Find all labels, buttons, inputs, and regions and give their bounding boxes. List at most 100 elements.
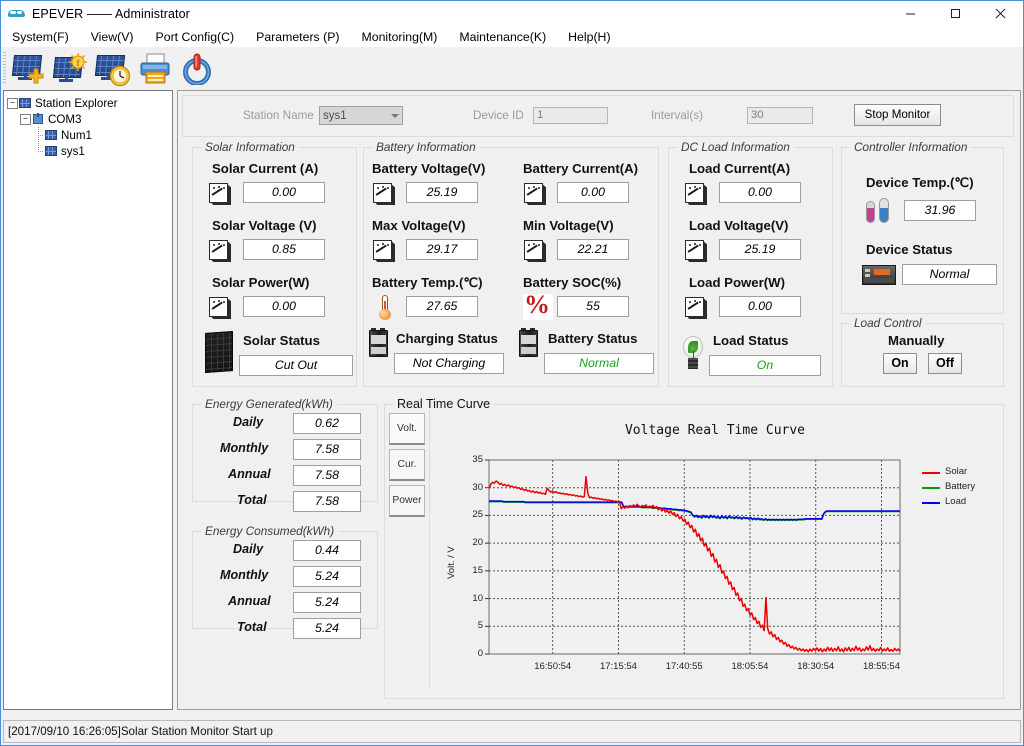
min-voltage-value: 22.21 (557, 239, 629, 260)
charging-status-label: Charging Status (396, 331, 498, 346)
consumed-monthly-value: 5.24 (293, 566, 361, 587)
expand-collapse-icon[interactable]: − (20, 111, 31, 127)
battery-current-label: Battery Current(A) (523, 161, 639, 176)
print-icon[interactable] (135, 51, 177, 87)
solar-module-icon (205, 331, 233, 373)
generated-total-value: 7.58 (293, 491, 361, 512)
menu-help[interactable]: Help(H) (557, 28, 621, 46)
interval-label: Interval(s) (651, 109, 703, 122)
toolbar: f (1, 47, 1023, 89)
interval-input[interactable]: 30 (747, 107, 813, 124)
tree-node-com3[interactable]: − COM3 (7, 111, 172, 127)
generated-monthly-label: Monthly (220, 441, 269, 455)
load-control-group: Load Control Manually On Off (841, 316, 1004, 387)
chart-x-tick: 18:05:54 (731, 661, 769, 672)
station-explorer-tree: − Station Explorer − COM3 Num1 sys1 (3, 90, 173, 710)
min-voltage-label: Min Voltage(V) (523, 218, 614, 233)
meter-icon (523, 182, 547, 206)
epever-logo-icon (8, 7, 26, 21)
chart-y-tick: 0 (477, 648, 483, 659)
com-port-icon (32, 112, 45, 125)
battery-temp-label: Battery Temp.(℃) (372, 275, 483, 290)
energy-consumed-group: Energy Consumed(kWh) Daily 0.44 Monthly … (192, 524, 378, 639)
generated-monthly-value: 7.58 (293, 439, 361, 460)
stop-monitor-button[interactable]: Stop Monitor (854, 104, 941, 126)
history-data-icon[interactable] (93, 51, 135, 87)
menu-maintenance[interactable]: Maintenance(K) (448, 28, 557, 46)
generated-daily-value: 0.62 (293, 413, 361, 434)
light-bulb-icon (680, 335, 706, 371)
station-icon (45, 129, 58, 141)
max-voltage-label: Max Voltage(V) (372, 218, 466, 233)
tree-node-station-explorer[interactable]: − Station Explorer (7, 95, 172, 111)
legend-swatch (922, 502, 940, 504)
chart-y-tick: 10 (472, 592, 483, 604)
solar-information-caption: Solar Information (201, 140, 299, 154)
menu-monitoring[interactable]: Monitoring(M) (351, 28, 449, 46)
device-id-input[interactable]: 1 (533, 107, 608, 124)
station-control-bar: Station Name sys1 Device ID 1 Interval(s… (182, 95, 1014, 137)
consumed-total-label: Total (237, 620, 267, 634)
station-icon (45, 145, 58, 157)
monitor-station-icon[interactable]: f (51, 51, 93, 87)
manual-mode-label: Manually (888, 333, 945, 348)
solar-status-value: Cut Out (239, 355, 353, 376)
add-station-icon[interactable] (9, 51, 51, 87)
station-name-label: Station Name (243, 109, 314, 122)
maximize-button[interactable] (933, 1, 978, 26)
load-off-button[interactable]: Off (928, 353, 962, 374)
legend-label: Solar (945, 466, 968, 477)
tree-label-num1: Num1 (61, 128, 92, 142)
charging-status-value: Not Charging (394, 353, 504, 374)
toolbar-grip (3, 52, 6, 84)
max-voltage-value: 29.17 (406, 239, 478, 260)
tree-label-sys1: sys1 (61, 144, 85, 158)
energy-generated-group: Energy Generated(kWh) Daily 0.62 Monthly… (192, 397, 378, 512)
menu-port-config[interactable]: Port Config(C) (145, 28, 246, 46)
epever-solar-station-monitor-window: EPEVER —— Administrator System(F) View(V… (0, 0, 1024, 746)
solar-information-group: Solar Information Solar Current (A) 0.00… (192, 140, 357, 387)
load-status-value: On (709, 355, 821, 376)
load-control-caption: Load Control (850, 316, 926, 330)
menu-parameters[interactable]: Parameters (P) (245, 28, 350, 46)
battery-icon (369, 328, 391, 358)
title-bar: EPEVER —— Administrator (1, 1, 1023, 26)
meter-icon (208, 182, 232, 206)
solar-voltage-value: 0.85 (243, 239, 325, 260)
dual-thermometer-icon (862, 197, 896, 225)
solar-current-value: 0.00 (243, 182, 325, 203)
power-icon[interactable] (177, 51, 219, 87)
tree-connector (33, 143, 44, 159)
tab-volt[interactable]: Volt. (389, 413, 425, 445)
status-bar-text: [2017/09/10 16:26:05]Solar Station Monit… (8, 725, 273, 738)
minimize-button[interactable] (888, 1, 933, 26)
menu-bar: System(F) View(V) Port Config(C) Paramet… (1, 26, 1023, 47)
station-name-select[interactable]: sys1 (319, 106, 403, 125)
controller-information-group: Controller Information Device Temp.(℃) 3… (841, 140, 1004, 314)
load-on-button[interactable]: On (883, 353, 917, 374)
battery-soc-value: 55 (557, 296, 629, 317)
controller-icon (862, 263, 898, 287)
legend-label: Battery (945, 481, 976, 492)
legend-label: Load (945, 496, 967, 507)
chart-x-tick: 18:30:54 (797, 661, 835, 672)
consumed-daily-value: 0.44 (293, 540, 361, 561)
menu-view[interactable]: View(V) (80, 28, 145, 46)
tree-node-sys1[interactable]: sys1 (7, 143, 172, 159)
close-button[interactable] (978, 1, 1023, 26)
energy-consumed-caption: Energy Consumed(kWh) (201, 524, 339, 538)
tree-label-com: COM3 (48, 112, 82, 126)
load-voltage-label: Load Voltage(V) (689, 218, 789, 233)
chart-y-tick: 5 (477, 620, 483, 632)
tree-node-num1[interactable]: Num1 (7, 127, 172, 143)
load-power-value: 0.00 (719, 296, 801, 317)
tab-cur[interactable]: Cur. (389, 449, 425, 481)
tab-power[interactable]: Power (389, 485, 425, 517)
expand-collapse-icon[interactable]: − (7, 95, 18, 111)
chart-x-tick: 17:40:55 (665, 661, 703, 672)
window-title: EPEVER —— Administrator (32, 6, 190, 21)
meter-icon (684, 239, 708, 263)
menu-system[interactable]: System(F) (1, 28, 80, 46)
generated-annual-value: 7.58 (293, 465, 361, 486)
chart-y-tick: 30 (472, 481, 483, 493)
